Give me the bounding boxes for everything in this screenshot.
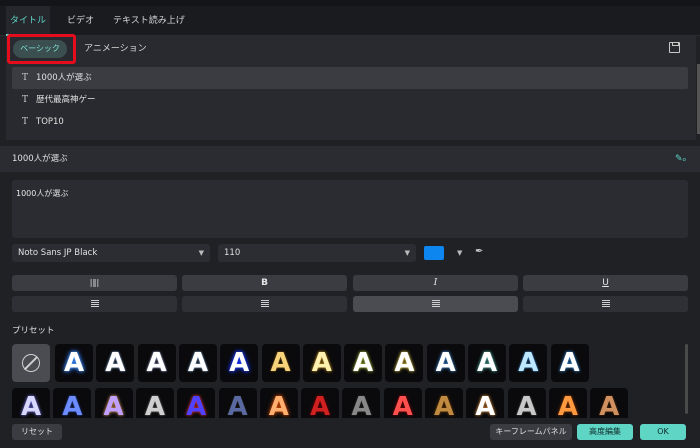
align-right-icon xyxy=(601,299,610,308)
font-size-select[interactable]: 110 ▼ xyxy=(218,244,416,262)
preset-item[interactable]: A xyxy=(178,344,217,382)
align-center-icon xyxy=(431,299,440,308)
highlight-box xyxy=(7,34,76,64)
letter-spacing-icon: |‖| xyxy=(89,278,100,287)
preset-letter: A xyxy=(394,348,415,378)
bold-label: B xyxy=(261,278,268,288)
advanced-edit-button[interactable]: 高度編集 xyxy=(577,424,633,440)
text-input[interactable]: 1000人が選ぶ xyxy=(12,180,688,238)
tab-video[interactable]: ビデオ xyxy=(67,6,94,36)
preset-letter: A xyxy=(435,348,456,378)
chevron-down-icon: ▼ xyxy=(198,249,204,257)
title-list: T 1000人が選ぶ T 歴代最高神ゲー T TOP10 xyxy=(12,67,688,133)
preset-letter: A xyxy=(105,348,126,378)
save-icon[interactable] xyxy=(669,42,680,53)
align-left-icon xyxy=(90,299,99,308)
preset-letter: A xyxy=(353,348,374,378)
preset-letter: A xyxy=(63,348,85,378)
preset-item[interactable]: A xyxy=(550,344,589,382)
chevron-down-icon[interactable]: ▼ xyxy=(457,244,462,262)
preset-letter: A xyxy=(518,348,539,378)
list-item-label: 歴代最高神ゲー xyxy=(36,95,96,105)
section-header: 1000人が選ぶ xyxy=(0,146,700,172)
preset-item[interactable]: A xyxy=(55,344,93,382)
subtab-animation[interactable]: アニメーション xyxy=(84,40,147,58)
text-t-icon: T xyxy=(22,73,29,83)
tab-title[interactable]: タイトル xyxy=(6,6,50,36)
preset-letter: A xyxy=(187,348,208,378)
list-item[interactable]: T TOP10 xyxy=(12,111,688,133)
preset-item[interactable]: A xyxy=(96,344,135,382)
italic-label: I xyxy=(433,278,438,288)
preset-item[interactable]: A xyxy=(385,344,424,382)
font-family-select[interactable]: Noto Sans JP Black ▼ xyxy=(12,244,210,262)
title-editor-panel: タイトル ビデオ テキスト読み上げ ベーシック アニメーション T 1000人が選… xyxy=(0,0,700,448)
preset-item[interactable]: A xyxy=(220,344,259,382)
preset-item[interactable]: A xyxy=(468,344,506,382)
preset-letter: A xyxy=(146,348,167,378)
text-t-icon: T xyxy=(22,117,29,127)
bold-button[interactable]: B xyxy=(182,275,347,291)
list-item-label: 1000人が選ぶ xyxy=(36,73,92,83)
no-preset-icon xyxy=(22,354,40,372)
ok-button[interactable]: OK xyxy=(640,424,686,440)
align-justify-icon xyxy=(260,299,269,308)
italic-button[interactable]: I xyxy=(353,275,518,291)
align-left-button[interactable] xyxy=(12,296,177,312)
align-justify-button[interactable] xyxy=(182,296,347,312)
preset-letter: A xyxy=(559,348,580,378)
preset-letter: A xyxy=(229,348,250,378)
font-family-value: Noto Sans JP Black xyxy=(18,248,98,258)
list-item[interactable]: T 1000人が選ぶ xyxy=(12,67,688,89)
preset-item[interactable]: A xyxy=(344,344,383,382)
keyframe-panel-button[interactable]: キーフレームパネル xyxy=(490,424,572,440)
letter-spacing-button[interactable]: |‖| xyxy=(12,275,177,291)
reset-button[interactable]: リセット xyxy=(12,424,62,440)
section-title: 1000人が選ぶ xyxy=(12,154,68,164)
preset-item[interactable]: A xyxy=(426,344,465,382)
eyedropper-icon[interactable]: ✒ xyxy=(475,246,483,257)
color-swatch[interactable] xyxy=(424,246,444,260)
preset-none[interactable] xyxy=(12,344,50,382)
preset-letter: A xyxy=(270,348,291,378)
preset-item[interactable]: A xyxy=(137,344,176,382)
preset-item[interactable]: A xyxy=(261,344,300,382)
preset-label: プリセット xyxy=(12,326,55,336)
list-item[interactable]: T 歴代最高神ゲー xyxy=(12,89,688,111)
preset-letter: A xyxy=(311,348,332,378)
underline-button[interactable]: U xyxy=(523,275,688,291)
text-t-icon: T xyxy=(22,95,29,105)
chevron-down-icon: ▼ xyxy=(404,249,410,257)
main-tabs: タイトル ビデオ テキスト読み上げ xyxy=(0,6,700,36)
align-center-button[interactable] xyxy=(353,296,518,312)
underline-label: U xyxy=(602,278,609,288)
list-item-label: TOP10 xyxy=(36,117,64,127)
align-right-button[interactable] xyxy=(523,296,688,312)
preset-scrollbar[interactable] xyxy=(685,344,688,414)
preset-item[interactable]: A xyxy=(509,344,548,382)
tab-tts[interactable]: テキスト読み上げ xyxy=(113,6,185,36)
preset-item[interactable]: A xyxy=(302,344,341,382)
font-size-value: 110 xyxy=(224,248,241,258)
pen-icon[interactable]: ✎ₒ xyxy=(675,154,689,164)
preset-letter: A xyxy=(476,348,498,378)
